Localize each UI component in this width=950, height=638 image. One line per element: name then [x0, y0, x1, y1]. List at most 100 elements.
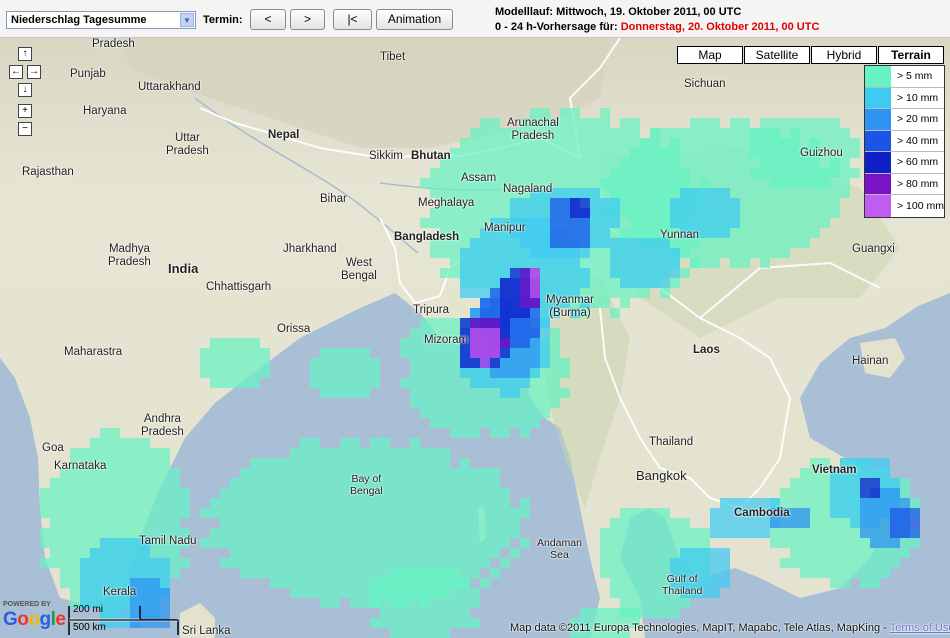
precip-cell [810, 518, 820, 528]
zoom-out-button[interactable]: − [18, 122, 32, 136]
chevron-down-icon[interactable]: ▼ [180, 13, 194, 27]
precip-cell [490, 118, 500, 128]
precip-cell [340, 538, 350, 548]
map-type-terrain-button[interactable]: Terrain [878, 46, 944, 64]
precip-cell [870, 458, 880, 468]
precip-cell [100, 518, 110, 528]
precip-cell [350, 358, 360, 368]
precip-cell [730, 198, 740, 208]
precip-cell [80, 528, 90, 538]
precip-cell [220, 488, 230, 498]
precip-cell [60, 548, 70, 558]
precip-cell [410, 608, 420, 618]
precip-cell [110, 528, 120, 538]
precip-cell [140, 578, 150, 588]
precip-cell [640, 608, 650, 618]
precip-cell [290, 498, 300, 508]
precip-cell [790, 558, 800, 568]
precip-cell [440, 598, 450, 608]
precip-cell [620, 178, 630, 188]
map-type-hybrid-button[interactable]: Hybrid [811, 46, 877, 64]
precip-cell [610, 228, 620, 238]
precip-cell [490, 318, 500, 328]
pan-up-button[interactable]: ↑ [18, 47, 32, 61]
precip-cell [900, 548, 910, 558]
google-logo[interactable]: Google [3, 609, 66, 631]
precip-cell [420, 598, 430, 608]
precip-cell [470, 148, 480, 158]
precip-cell [800, 168, 810, 178]
precip-cell [570, 248, 580, 258]
precip-cell [840, 518, 850, 528]
precip-cell [500, 168, 510, 178]
precip-cell [670, 268, 680, 278]
precip-cell [380, 518, 390, 528]
pan-down-button[interactable]: ↓ [18, 83, 32, 97]
precip-cell [840, 128, 850, 138]
precip-cell [800, 128, 810, 138]
precip-cell [60, 488, 70, 498]
precip-cell [470, 408, 480, 418]
first-button[interactable]: |< [333, 9, 372, 30]
precip-cell [260, 458, 270, 468]
precip-cell [420, 358, 430, 368]
precip-cell [570, 208, 580, 218]
precip-cell [60, 508, 70, 518]
precip-cell [780, 188, 790, 198]
precip-cell [510, 368, 520, 378]
animation-button[interactable]: Animation [376, 9, 453, 30]
precip-cell [350, 448, 360, 458]
label-bay-of-bengal: Bay of Bengal [350, 473, 383, 498]
zoom-in-button[interactable]: + [18, 104, 32, 118]
precip-cell [600, 208, 610, 218]
precip-cell [230, 498, 240, 508]
precip-cell [320, 348, 330, 358]
precip-cell [520, 238, 530, 248]
precip-cell [410, 538, 420, 548]
precip-cell [340, 588, 350, 598]
previous-button[interactable]: < [250, 9, 286, 30]
precip-cell [710, 188, 720, 198]
precip-cell [730, 128, 740, 138]
precip-cell [490, 518, 500, 528]
precip-cell [510, 148, 520, 158]
precip-cell [420, 448, 430, 458]
precip-cell [610, 208, 620, 218]
precip-cell [290, 548, 300, 558]
precip-cell [630, 138, 640, 148]
precip-cell [380, 548, 390, 558]
pan-left-button[interactable]: ← [9, 65, 23, 79]
map-canvas[interactable]: Pradesh Tibet Punjab Uttarakhand Haryana… [0, 38, 950, 638]
precip-cell [460, 228, 470, 238]
label-cambodia: Cambodia [734, 507, 790, 519]
precip-cell [150, 548, 160, 558]
map-attribution: Map data ©2011 Europa Technologies, MapI… [510, 622, 950, 634]
precip-cell [590, 228, 600, 238]
terms-of-use-link[interactable]: Terms of Use [890, 622, 950, 634]
precip-cell [620, 588, 630, 598]
precip-cell [700, 538, 710, 548]
precip-cell [530, 418, 540, 428]
precip-cell [590, 128, 600, 138]
pan-right-button[interactable]: → [27, 65, 41, 79]
map-type-satellite-button[interactable]: Satellite [744, 46, 810, 64]
precip-cell [300, 468, 310, 478]
precip-cell [590, 138, 600, 148]
precip-cell [490, 158, 500, 168]
precip-cell [760, 258, 770, 268]
precip-cell [900, 478, 910, 488]
precip-cell [300, 578, 310, 588]
precip-cell [880, 538, 890, 548]
precip-cell [570, 158, 580, 168]
precip-cell [840, 568, 850, 578]
next-button[interactable]: > [290, 9, 325, 30]
precip-cell [780, 198, 790, 208]
precip-cell [160, 448, 170, 458]
precip-cell [630, 598, 640, 608]
precip-cell [810, 478, 820, 488]
precip-cell [800, 208, 810, 218]
precip-cell [230, 528, 240, 538]
product-select[interactable]: Niederschlag Tagesumme ▼ [6, 11, 196, 29]
map-type-map-button[interactable]: Map [677, 46, 743, 64]
precip-cell [370, 458, 380, 468]
